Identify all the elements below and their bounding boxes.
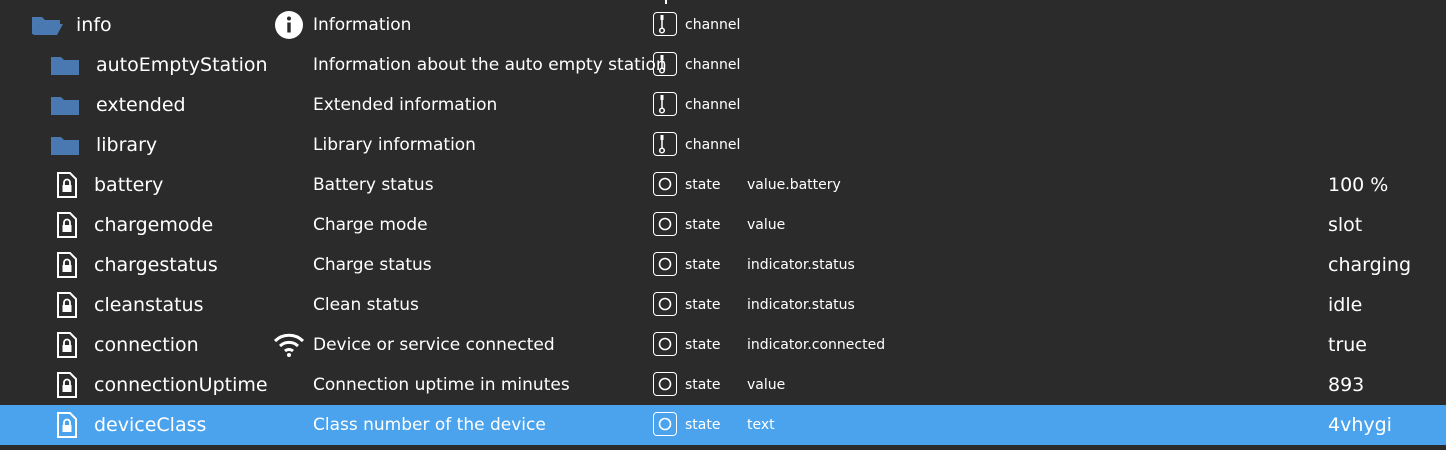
row-type: channel bbox=[685, 17, 741, 33]
locked-file-icon bbox=[56, 285, 78, 325]
table-row[interactable]: extended Extended information channel bbox=[0, 85, 1446, 125]
row-name: autoEmptyStation bbox=[96, 54, 268, 76]
state-icon bbox=[653, 412, 677, 436]
row-type: state bbox=[685, 297, 721, 313]
row-description: Library information bbox=[313, 135, 476, 155]
row-name: chargemode bbox=[94, 214, 214, 236]
row-description: Extended information bbox=[313, 95, 498, 115]
state-icon bbox=[653, 212, 677, 236]
state-icon bbox=[653, 252, 677, 276]
table-row[interactable]: cleanstatus Clean status state indicator.st… bbox=[0, 285, 1446, 325]
row-description: Clean status bbox=[313, 295, 419, 315]
row-role: text bbox=[747, 417, 775, 433]
row-description: Connection uptime in minutes bbox=[313, 375, 570, 395]
row-value[interactable]: 893 bbox=[1328, 365, 1364, 405]
row-value[interactable]: charging bbox=[1328, 245, 1411, 285]
info-circle-icon bbox=[273, 5, 305, 45]
state-icon bbox=[653, 172, 677, 196]
row-type: channel bbox=[685, 137, 741, 153]
row-type: state bbox=[685, 217, 721, 233]
row-type: state bbox=[685, 377, 721, 393]
channel-icon-stub bbox=[665, 0, 667, 4]
row-description: Class number of the device bbox=[313, 415, 546, 435]
locked-file-icon bbox=[56, 165, 78, 205]
table-row[interactable]: autoEmptyStation Information about the au… bbox=[0, 45, 1446, 85]
state-icon bbox=[653, 292, 677, 316]
locked-file-icon bbox=[56, 325, 78, 365]
table-row[interactable]: battery Battery status state value.battery 1… bbox=[0, 165, 1446, 205]
row-type: state bbox=[685, 337, 721, 353]
row-type: state bbox=[685, 177, 721, 193]
channel-icon bbox=[653, 52, 677, 76]
row-value[interactable]: 100 % bbox=[1328, 165, 1388, 205]
row-description: Charge status bbox=[313, 255, 432, 275]
row-role: indicator.connected bbox=[747, 337, 886, 353]
folder-open-icon[interactable] bbox=[30, 5, 64, 45]
channel-icon bbox=[653, 92, 677, 116]
locked-file-icon bbox=[56, 405, 78, 445]
row-name: connection bbox=[94, 334, 199, 356]
table-row[interactable]: info Information channel bbox=[0, 5, 1446, 45]
row-role: value bbox=[747, 377, 786, 393]
row-value[interactable]: 4vhygi bbox=[1328, 405, 1392, 445]
table-row[interactable]: chargestatus Charge status state indicator.… bbox=[0, 245, 1446, 285]
channel-icon bbox=[653, 12, 677, 36]
table-row[interactable]: connectionUptime Connection uptime in min… bbox=[0, 365, 1446, 405]
folder-icon[interactable] bbox=[50, 85, 80, 125]
folder-icon[interactable] bbox=[50, 125, 80, 165]
table-row[interactable]: chargemode Charge mode state value slot bbox=[0, 205, 1446, 245]
locked-file-icon bbox=[56, 245, 78, 285]
row-name: library bbox=[96, 134, 158, 156]
row-role: indicator.status bbox=[747, 257, 855, 273]
locked-file-icon bbox=[56, 205, 78, 245]
row-name: deviceClass bbox=[94, 414, 207, 436]
folder-icon[interactable] bbox=[50, 45, 80, 85]
row-name: cleanstatus bbox=[94, 294, 204, 316]
row-name: extended bbox=[96, 94, 186, 116]
row-role: value.battery bbox=[747, 177, 841, 193]
row-name: chargestatus bbox=[94, 254, 218, 276]
row-role: value bbox=[747, 217, 786, 233]
state-icon bbox=[653, 332, 677, 356]
table-row[interactable]: library Library information channel bbox=[0, 125, 1446, 165]
row-value[interactable]: slot bbox=[1328, 205, 1362, 245]
row-value[interactable]: idle bbox=[1328, 285, 1362, 325]
row-description: Information bbox=[313, 15, 412, 35]
row-role: indicator.status bbox=[747, 297, 855, 313]
row-type: state bbox=[685, 257, 721, 273]
row-type: channel bbox=[685, 57, 741, 73]
wifi-icon bbox=[273, 325, 305, 365]
table-row[interactable]: deviceClass Class number of the device sta… bbox=[0, 405, 1446, 445]
row-value[interactable]: true bbox=[1328, 325, 1367, 365]
locked-file-icon bbox=[56, 365, 78, 405]
state-icon bbox=[653, 372, 677, 396]
row-description: Device or service connected bbox=[313, 335, 555, 355]
row-description: Information about the auto empty station bbox=[313, 55, 667, 75]
channel-icon bbox=[653, 132, 677, 156]
row-type: channel bbox=[685, 97, 741, 113]
row-name: info bbox=[76, 14, 112, 36]
row-name: connectionUptime bbox=[94, 374, 268, 396]
table-row[interactable]: connection Device or service connected sta… bbox=[0, 325, 1446, 365]
row-type: state bbox=[685, 417, 721, 433]
row-name: battery bbox=[94, 174, 164, 196]
row-description: Battery status bbox=[313, 175, 434, 195]
row-description: Charge mode bbox=[313, 215, 428, 235]
